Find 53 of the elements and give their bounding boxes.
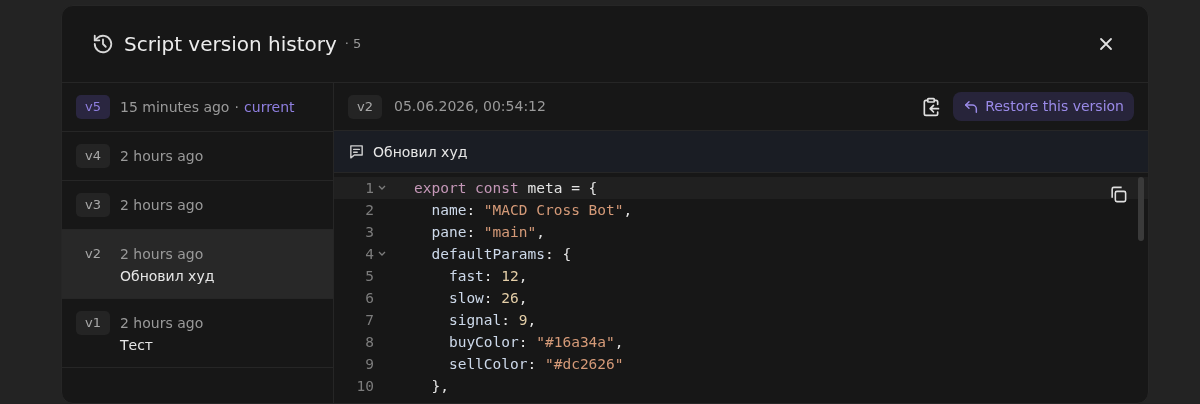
code-line: name: "MACD Cross Bot", (430, 201, 633, 220)
code-line: export const meta = { (414, 179, 598, 198)
line-number: 8 (364, 333, 374, 352)
version-item[interactable]: v2 2 hours ago Обновил худ (62, 230, 333, 299)
version-item[interactable]: v1 2 hours ago Тест (62, 299, 333, 368)
line-number: 3 (364, 223, 374, 242)
time-label: 2 hours ago (120, 246, 204, 262)
dialog-title: Script version history (124, 31, 337, 58)
version-tag: v3 (76, 193, 110, 217)
fold-chevron-icon[interactable] (378, 185, 386, 191)
code-line: }, (430, 377, 449, 396)
time-label: 2 hours ago (120, 148, 204, 164)
scrollbar[interactable] (1138, 177, 1144, 241)
version-tag: v5 (76, 95, 110, 119)
copy-icon[interactable] (1109, 185, 1128, 204)
version-tag: v2 (76, 242, 110, 266)
commit-message: Обновил худ (120, 267, 215, 286)
version-tag: v1 (76, 311, 110, 335)
line-number: 9 (364, 355, 374, 374)
timestamp: 05.06.2026, 00:54:12 (394, 97, 546, 116)
line-number: 2 (364, 201, 374, 220)
version-item[interactable]: v4 2 hours ago (62, 132, 333, 181)
commit-message: Обновил худ (373, 142, 468, 162)
history-icon (92, 33, 114, 55)
line-number: 4 (364, 245, 374, 264)
message-icon (348, 143, 365, 160)
code-line: defaultParams: { (430, 245, 572, 264)
version-tag: v2 (348, 94, 382, 119)
time-label: 2 hours ago (120, 197, 204, 213)
version-item[interactable]: v5 15 minutes ago · current (62, 83, 333, 132)
line-number: 5 (364, 267, 374, 286)
code-line: sellColor: "#dc2626" (447, 355, 624, 374)
undo-arrow-icon (963, 98, 980, 115)
close-icon (1098, 36, 1114, 52)
restore-button[interactable]: Restore this version (953, 92, 1134, 121)
time-label: 2 hours ago (120, 315, 204, 331)
line-number: 6 (364, 289, 374, 308)
version-count: · 5 (344, 35, 362, 54)
time-label: 15 minutes ago (120, 99, 230, 115)
fold-chevron-icon[interactable] (378, 251, 386, 257)
code-line: signal: 9, (447, 311, 537, 330)
code-line: fast: 12, (447, 267, 528, 286)
version-tag: v4 (76, 144, 110, 168)
code-line: slow: 26, (447, 289, 528, 308)
commit-message: Тест (120, 336, 155, 355)
code-line: pane: "main", (430, 223, 545, 242)
code-line: buyColor: "#16a34a", (447, 333, 624, 352)
separator: · (234, 99, 239, 115)
current-label: current (244, 99, 295, 115)
line-number: 10 (355, 377, 374, 396)
line-number: 7 (364, 311, 374, 330)
line-number: 1 (364, 179, 374, 198)
clipboard-icon[interactable] (921, 96, 942, 117)
